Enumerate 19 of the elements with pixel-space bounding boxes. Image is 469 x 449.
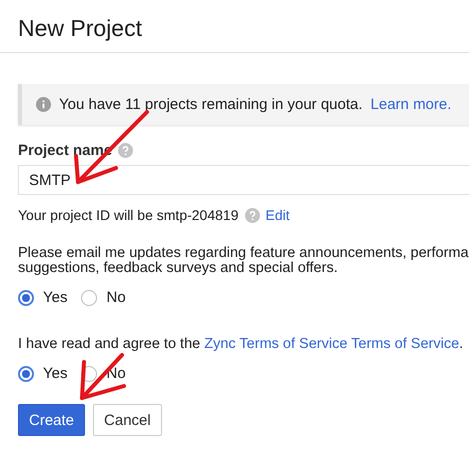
radio-button[interactable] [81,290,98,306]
cancel-button[interactable]: Cancel [93,404,162,436]
radio-button[interactable] [18,290,34,306]
learn-more-link[interactable]: Learn more. [370,96,452,113]
email-consent-text: Please email me updates regarding feature announcements, performa suggestions, feedback surveys and special offers. [18,246,469,276]
terms-text: I have read and agree to the Zync Terms of Service Terms of Service. [18,336,464,352]
terms-link[interactable]: Zync Terms of Service Terms of Service [204,336,460,352]
radio-label[interactable]: Yes [43,289,68,306]
radio-label[interactable]: Yes [43,365,68,382]
radio-label[interactable]: No [106,289,126,306]
quota-text: You have 11 projects remaining in your quota. [59,96,363,113]
project-name-field[interactable]: SMTP [18,165,469,195]
project-id-text: Your project ID will be smtp-204819 [18,207,238,223]
create-button[interactable]: Create [18,404,86,436]
arrow-annotation [80,353,126,400]
radio-button[interactable] [18,366,34,382]
edit-link[interactable]: Edit [266,207,290,223]
info-icon [36,97,51,112]
page-title: New Project [0,0,469,53]
